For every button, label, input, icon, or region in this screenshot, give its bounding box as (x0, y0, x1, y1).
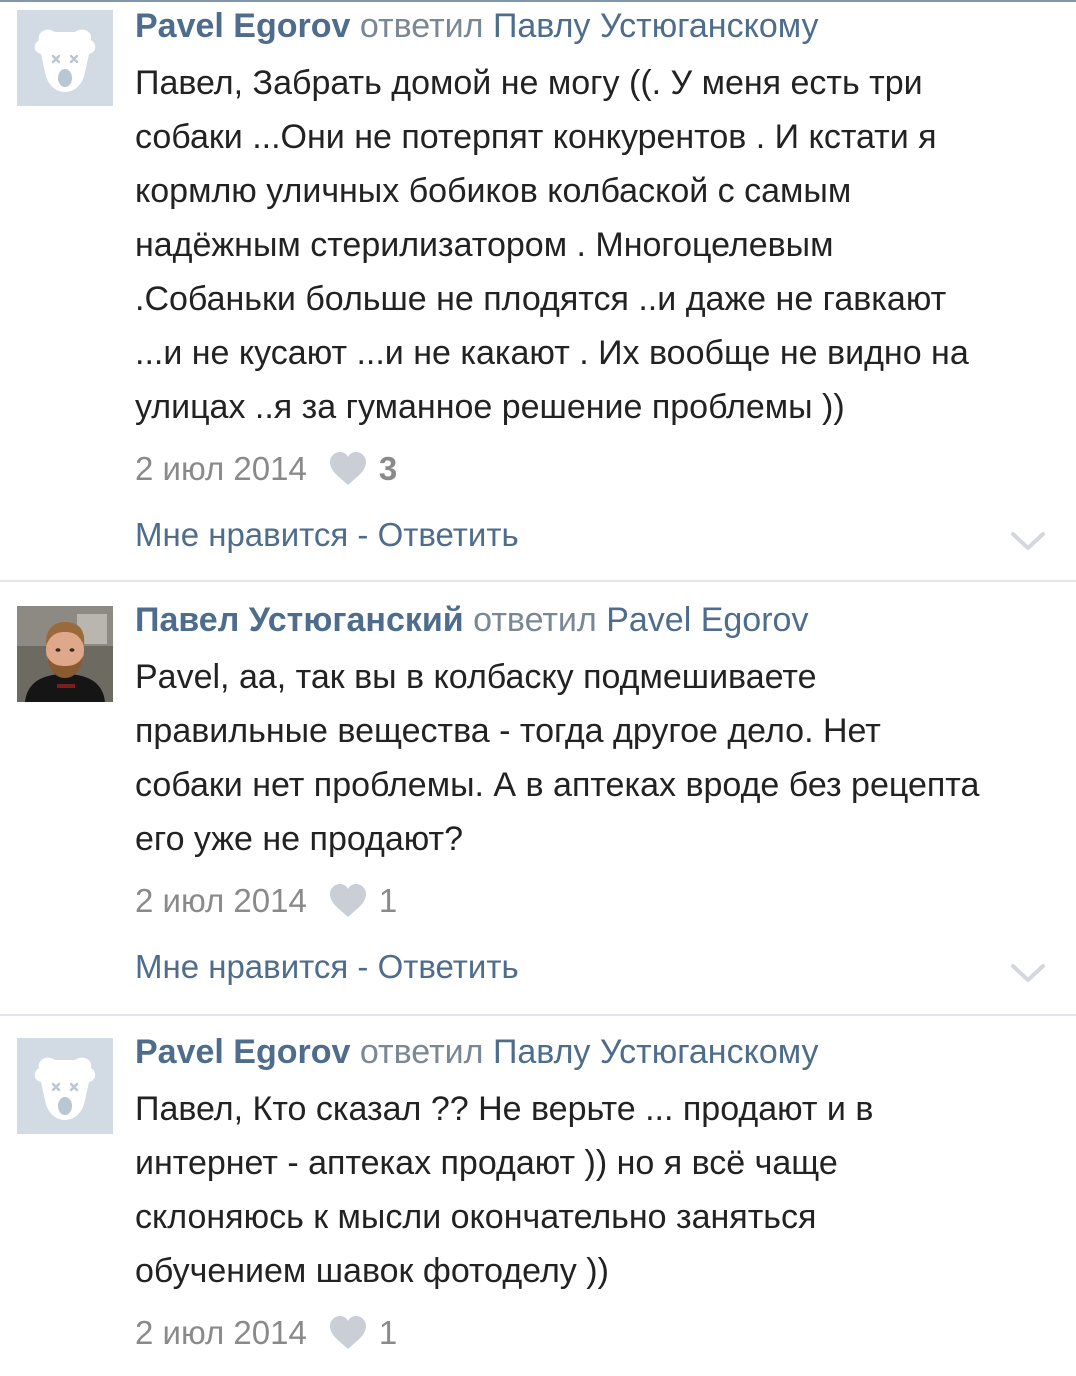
like-button[interactable]: Мне нравится (135, 948, 348, 985)
comment-line: интернет - аптеках продают )) но я всё ч… (135, 1144, 838, 1182)
comment-line: собаки ...Они не потерпят конкурентов . … (135, 118, 937, 156)
comment-line: ...и не кусают ...и не какают . Их вообщ… (135, 334, 969, 372)
reply-target[interactable]: Павлу Устюганскому (493, 7, 819, 45)
comment-text: Павел, Кто сказал ?? Не верьте ... прода… (135, 1082, 1056, 1298)
comment-actions: Мне нравится - Ответить (135, 508, 1056, 562)
reply-target[interactable]: Pavel Egorov (606, 601, 808, 639)
chevron-down-icon[interactable] (1010, 962, 1046, 984)
heart-icon[interactable] (329, 452, 367, 486)
comment-line: его уже не продают? (135, 820, 463, 858)
comment-divider (0, 580, 1076, 582)
comment-meta: 2 июл 2014 1 (135, 874, 1056, 928)
user-photo (17, 606, 113, 702)
author-name[interactable]: Pavel Egorov (135, 1033, 350, 1071)
author-name[interactable]: Павел Устюганский (135, 601, 464, 639)
deactivated-dog-icon (17, 1038, 113, 1134)
like-count: 1 (378, 1314, 398, 1351)
avatar[interactable] (17, 606, 113, 702)
replied-label: ответил (359, 1033, 484, 1071)
replied-label: ответил (473, 601, 597, 639)
comment-line: правильные вещества - тогда другое дело.… (135, 712, 881, 750)
heart-icon[interactable] (329, 1316, 367, 1350)
comment-divider (0, 1014, 1076, 1016)
comment-line: улицах ..я за гуманное решение проблемы … (135, 388, 845, 426)
actions-separator: - (348, 516, 378, 553)
comment-meta: 2 июл 2014 1 (135, 1306, 1056, 1360)
replied-label: ответил (359, 7, 484, 45)
like-count: 3 (378, 450, 398, 487)
reply-button[interactable]: Ответить (378, 948, 519, 985)
chevron-down-icon[interactable] (1010, 530, 1046, 552)
comment-header: Pavel Egorov ответил Павлу Устюганскому (135, 2, 1056, 50)
comment-header: Павел Устюганский ответил Pavel Egorov (135, 596, 1056, 644)
comment-line: кормлю уличных бобиков колбаской с самым (135, 172, 852, 210)
comment-text: Павел, Забрать домой не могу ((. У меня … (135, 56, 1056, 434)
comment-line: собаки нет проблемы. А в аптеках вроде б… (135, 766, 980, 804)
comment-line: склоняюсь к мысли окончательно заняться (135, 1198, 817, 1236)
reply-target[interactable]: Павлу Устюганскому (493, 1033, 819, 1071)
avatar[interactable] (17, 10, 113, 106)
comment-text: Pavel, аа, так вы в колбаску подмешивает… (135, 650, 1056, 866)
deactivated-dog-icon (17, 10, 113, 106)
like-button[interactable]: Мне нравится (135, 516, 348, 553)
comment-line: Павел, Кто сказал ?? Не верьте ... прода… (135, 1090, 874, 1128)
comment-date: 2 июл 2014 (135, 882, 307, 919)
comment-line: Pavel, аа, так вы в колбаску подмешивает… (135, 658, 817, 696)
comment-item: Pavel Egorov ответил Павлу Устюганскому … (0, 2, 1076, 582)
comment-item: Pavel Egorov ответил Павлу Устюганскому … (0, 1028, 1076, 1376)
like-count: 1 (378, 882, 398, 919)
comment-line: .Собаньки больше не плодятся ..и даже не… (135, 280, 947, 318)
comment-line: Павел, Забрать домой не могу ((. У меня … (135, 64, 923, 102)
comment-date: 2 июл 2014 (135, 450, 307, 487)
comment-line: обучением шавок фотоделу )) (135, 1252, 609, 1290)
actions-separator: - (348, 948, 378, 985)
reply-button[interactable]: Ответить (378, 516, 519, 553)
comment-date: 2 июл 2014 (135, 1314, 307, 1351)
comment-actions: Мне нравится - Ответить (135, 940, 1056, 994)
heart-icon[interactable] (329, 884, 367, 918)
comment-line: надёжным стерилизатором . Многоцелевым (135, 226, 834, 264)
comment-meta: 2 июл 2014 3 (135, 442, 1056, 496)
author-name[interactable]: Pavel Egorov (135, 7, 350, 45)
comments-feed: Pavel Egorov ответил Павлу Устюганскому … (0, 0, 1076, 1376)
avatar[interactable] (17, 1038, 113, 1134)
comment-header: Pavel Egorov ответил Павлу Устюганскому (135, 1028, 1056, 1076)
comment-item: Павел Устюганский ответил Pavel Egorov P… (0, 596, 1076, 1014)
